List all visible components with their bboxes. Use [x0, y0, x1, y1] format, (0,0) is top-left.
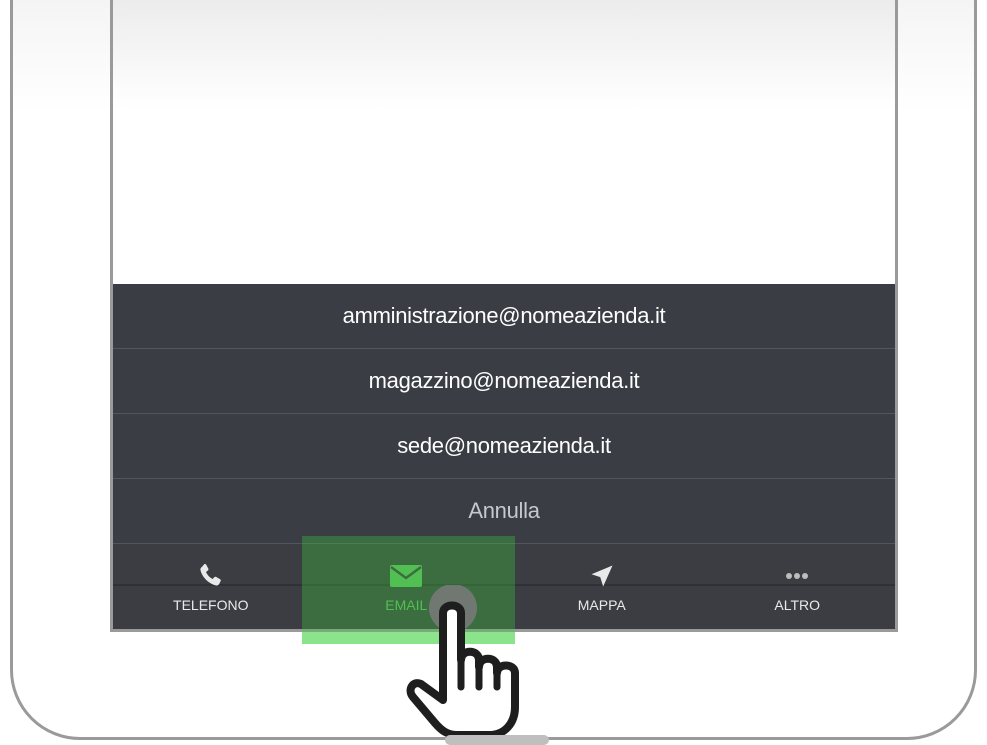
tab-telefono-label: TELEFONO — [173, 596, 249, 613]
action-sheet-cancel-button[interactable]: Annulla — [113, 479, 895, 544]
tab-altro-label: ALTRO — [774, 596, 821, 613]
more-dots-icon — [783, 561, 811, 591]
action-sheet-option-magazzino[interactable]: magazzino@nomeazienda.it — [113, 349, 895, 414]
action-sheet-option-amministrazione[interactable]: amministrazione@nomeazienda.it — [113, 284, 895, 349]
screen-top-fade — [113, 0, 895, 110]
tab-telefono[interactable]: TELEFONO — [113, 544, 309, 629]
phone-icon — [196, 561, 226, 591]
action-sheet-option-sede[interactable]: sede@nomeazienda.it — [113, 414, 895, 479]
tab-mappa-label: MAPPA — [577, 596, 626, 613]
navigation-arrow-icon — [588, 561, 616, 591]
tab-altro[interactable]: ALTRO — [700, 544, 896, 629]
tap-hand-icon — [406, 585, 549, 745]
email-action-sheet: amministrazione@nomeazienda.it magazzino… — [113, 284, 895, 544]
